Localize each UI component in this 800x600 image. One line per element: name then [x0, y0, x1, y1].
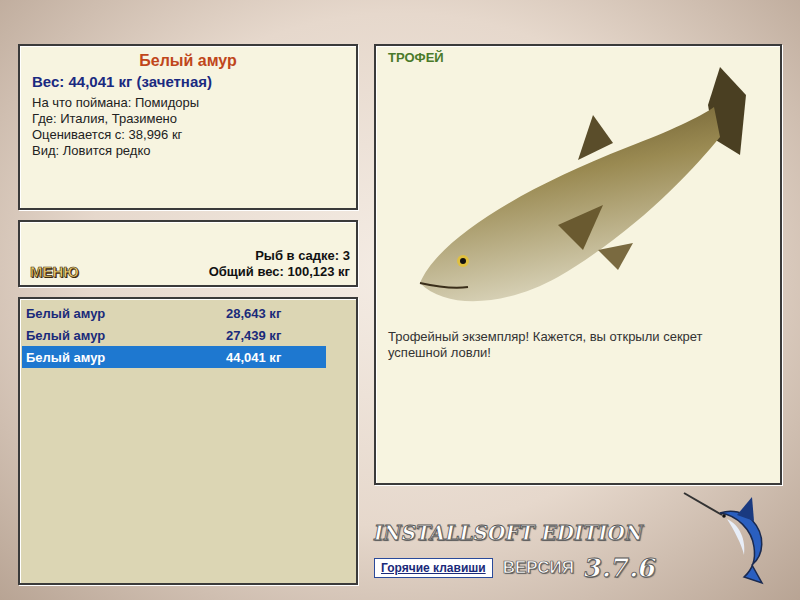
catch-list: Белый амур 28,643 кгБелый амур 27,439 кг… [18, 297, 358, 585]
catch-row[interactable]: Белый амур 27,439 кг [22, 324, 326, 346]
fish-count: Рыб в садке: 3 [209, 248, 350, 264]
catch-name: Белый амур [26, 328, 226, 343]
catch-name: Белый амур [26, 306, 226, 321]
trophy-badge: ТРОФЕЙ [388, 50, 768, 65]
left-column: Белый амур Вес: 44,041 кг (зачетная) На … [18, 44, 358, 585]
catch-screen: Белый амур Вес: 44,041 кг (зачетная) На … [0, 0, 800, 600]
menu-panel: МЕНЮ Рыб в садке: 3 Общий вес: 100,123 к… [18, 220, 358, 287]
version-label: ВЕРСИЯ [503, 558, 574, 578]
fish-detail: Где: Италия, Тразимено [32, 111, 344, 127]
catch-weight: 28,643 кг [226, 306, 281, 321]
marlin-icon [682, 485, 782, 585]
fish-weight: Вес: 44,041 кг (зачетная) [32, 72, 344, 92]
trophy-panel: ТРОФЕЙ Трофейный экземпляр! Кажется, вы … [374, 44, 782, 485]
total-weight: Общий вес: 100,123 кг [209, 264, 350, 280]
fish-detail: Оценивается с: 38,996 кг [32, 127, 344, 143]
catch-weight: 44,041 кг [226, 350, 281, 365]
catch-weight: 27,439 кг [226, 328, 281, 343]
menu-button[interactable]: МЕНЮ [30, 263, 79, 280]
keepnet-summary: Рыб в садке: 3 Общий вес: 100,123 кг [209, 248, 350, 280]
fish-title: Белый амур [32, 50, 344, 72]
hotkeys-button[interactable]: Горячие клавиши [374, 558, 493, 578]
fish-detail: На что поймана: Помидоры [32, 95, 344, 111]
fish-detail: Вид: Ловится редко [32, 143, 344, 159]
footer: INSTALLSOFT EDITION Горячие клавиши ВЕРС… [374, 485, 782, 585]
fish-info-panel: Белый амур Вес: 44,041 кг (зачетная) На … [18, 44, 358, 210]
catch-row[interactable]: Белый амур 44,041 кг [22, 346, 326, 368]
version-number: 3.7.6 [584, 553, 656, 583]
fish-icon [408, 65, 748, 315]
catch-row[interactable]: Белый амур 28,643 кг [22, 302, 326, 324]
trophy-message: Трофейный экземпляр! Кажется, вы открыли… [388, 329, 758, 361]
fish-details: На что поймана: ПомидорыГде: Италия, Тра… [32, 95, 344, 159]
catch-name: Белый амур [26, 350, 226, 365]
right-column: ТРОФЕЙ Трофейный экземпляр! Кажется, вы … [374, 44, 782, 585]
edition-logo: INSTALLSOFT EDITION [374, 521, 656, 545]
